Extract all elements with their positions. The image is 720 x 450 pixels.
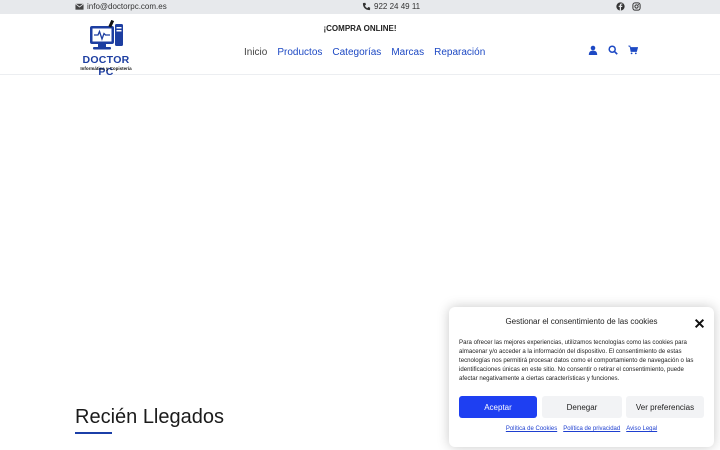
close-icon[interactable]: [694, 316, 705, 329]
nav-item-marcas[interactable]: Marcas: [391, 47, 424, 58]
phone-text: 922 24 49 11: [374, 2, 421, 11]
nav-item-inicio[interactable]: Inicio: [244, 47, 267, 58]
cart-icon[interactable]: [628, 45, 638, 55]
preferences-button[interactable]: Ver preferencias: [626, 396, 704, 418]
nav-item-reparacion[interactable]: Reparación: [434, 47, 485, 58]
section-title: Recién Llegados: [75, 406, 224, 428]
nav-item-productos[interactable]: Productos: [277, 47, 322, 58]
legal-notice-link[interactable]: Aviso Legal: [626, 426, 657, 432]
contact-phone[interactable]: 922 24 49 11: [362, 2, 420, 11]
header-actions: [588, 45, 638, 55]
section-title-underline: [75, 432, 112, 434]
cookie-modal-title: Gestionar el consentimiento de las cooki…: [505, 317, 658, 326]
main-nav: Inicio Productos Categorías Marcas Repar…: [244, 47, 485, 58]
site-header: ¡COMPRA ONLINE! DOCTOR PC Informática y …: [0, 14, 720, 78]
contact-email[interactable]: info@doctorpc.com.es: [75, 2, 167, 11]
logo-subtitle: Informática y Copistería: [80, 66, 132, 71]
nav-item-categorias[interactable]: Categorías: [332, 47, 381, 58]
privacy-policy-link[interactable]: Política de privacidad: [563, 426, 620, 432]
search-icon[interactable]: [608, 45, 618, 55]
facebook-icon[interactable]: [616, 2, 625, 11]
envelope-icon: [75, 2, 84, 11]
email-text: info@doctorpc.com.es: [87, 2, 167, 11]
site-logo[interactable]: DOCTOR PC Informática y Copistería: [74, 19, 138, 78]
cookie-consent-modal: Gestionar el consentimiento de las cooki…: [449, 307, 714, 447]
top-info-bar: info@doctorpc.com.es 922 24 49 11: [0, 0, 720, 14]
cookie-modal-links: Política de Cookies Política de privacid…: [449, 426, 714, 432]
deny-button[interactable]: Denegar: [542, 396, 622, 418]
social-links: [616, 2, 641, 11]
cookie-policy-link[interactable]: Política de Cookies: [506, 426, 557, 432]
cookie-modal-text: Para ofrecer las mejores experiencias, u…: [459, 339, 694, 382]
user-icon[interactable]: [588, 45, 598, 55]
accept-button[interactable]: Aceptar: [459, 396, 537, 418]
computer-logo-icon: [86, 19, 126, 54]
phone-icon: [362, 2, 371, 11]
instagram-icon[interactable]: [632, 2, 641, 11]
